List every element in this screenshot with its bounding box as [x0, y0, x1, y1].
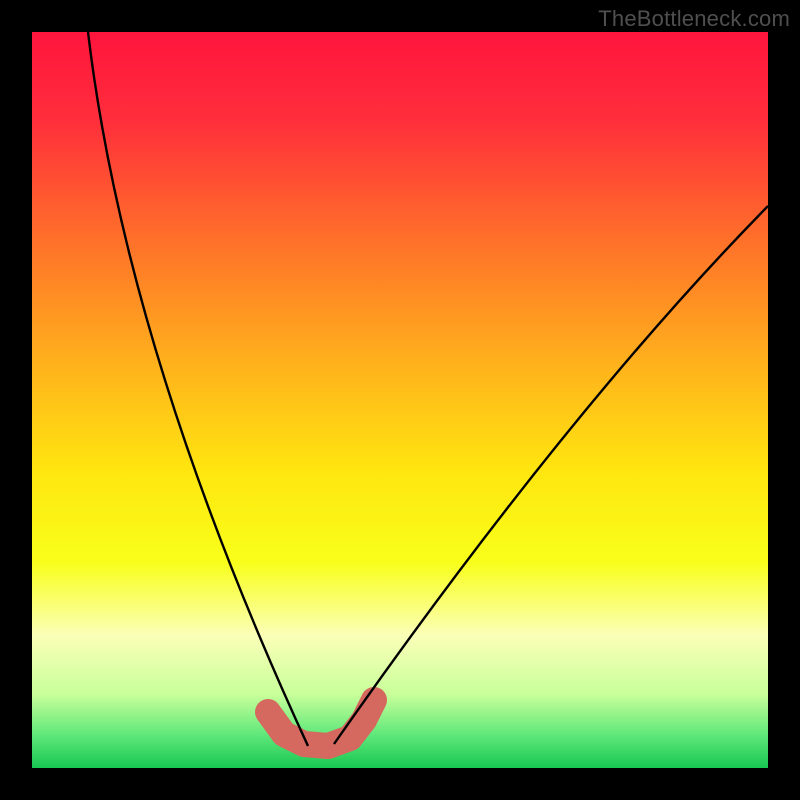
- background-gradient: [32, 32, 768, 768]
- plot-area: [32, 32, 768, 768]
- watermark-text: TheBottleneck.com: [598, 6, 790, 32]
- outer-frame: TheBottleneck.com: [0, 0, 800, 800]
